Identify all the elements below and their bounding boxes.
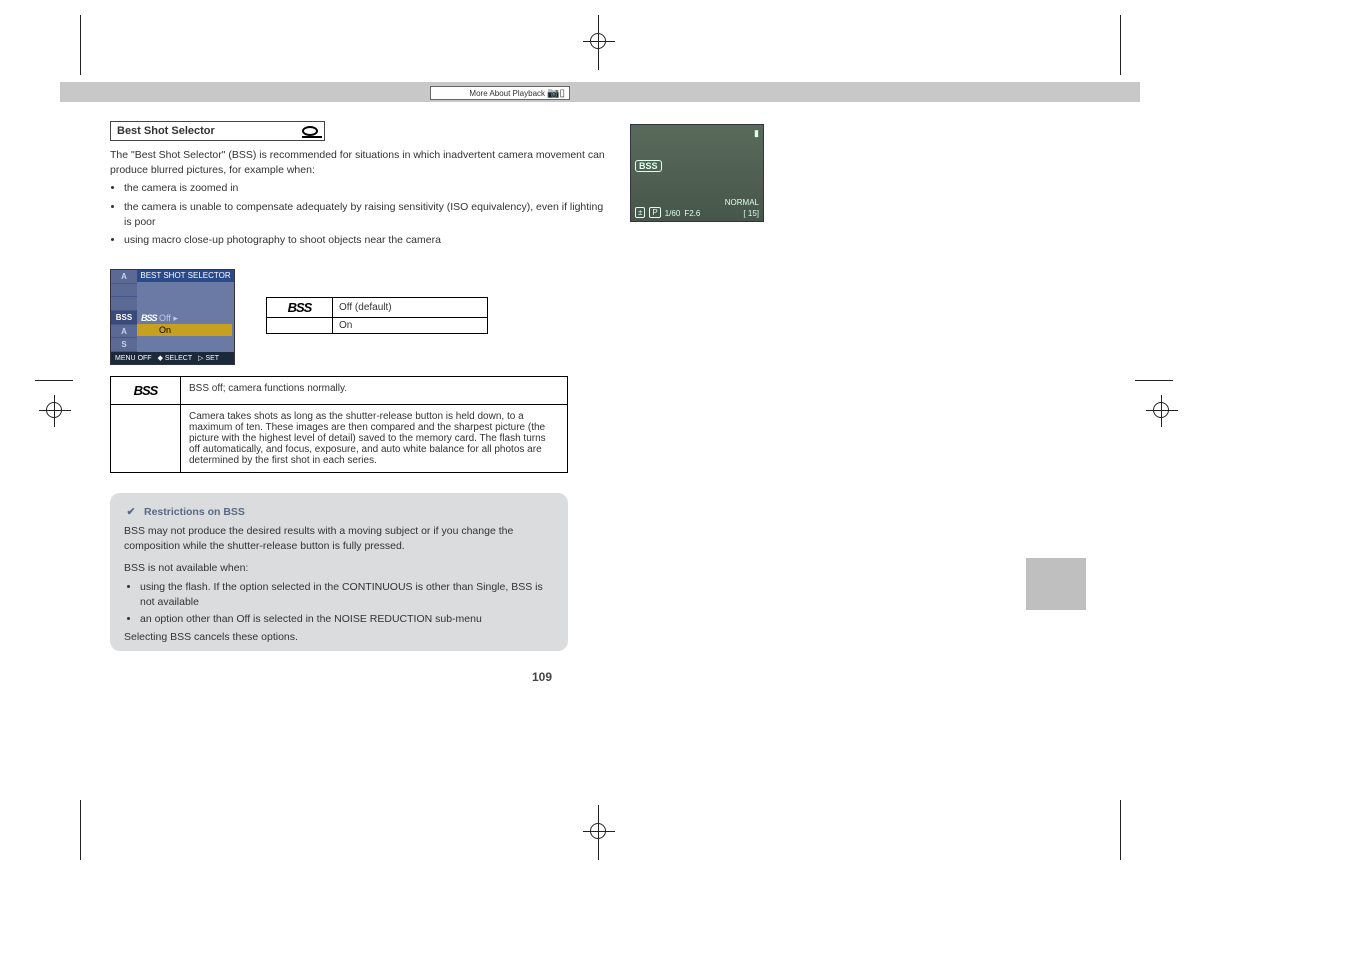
lcd-quality: NORMAL <box>725 198 759 207</box>
menu-left-cell: A <box>111 270 137 284</box>
camera-icon: 📷▯ <box>547 88 565 99</box>
desc-icon-cell: BSS <box>111 377 181 405</box>
menu-left-cell: A <box>111 325 137 339</box>
intro-bullet: the camera is zoomed in <box>124 181 610 196</box>
bss-icon: BSS <box>141 313 157 323</box>
option-icon-cell: BSS <box>267 298 333 318</box>
battery-icon: ▮ <box>754 128 759 139</box>
menu-left-col: A BSS A S <box>111 270 137 352</box>
caution-box: ✔ Restrictions on BSS BSS may not produc… <box>110 493 568 651</box>
table-row: On <box>267 318 488 334</box>
lcd-exp-icon: ± <box>635 207 645 218</box>
register-circle-icon <box>46 402 62 418</box>
menu-option: BSS Off ▸ <box>137 312 232 324</box>
register-circle-icon <box>590 33 606 49</box>
table-row: Camera takes shots as long as the shutte… <box>111 405 568 473</box>
thumb-tab <box>1026 558 1086 610</box>
options-table: BSS Off (default) On <box>266 297 488 334</box>
crop-mark <box>35 380 73 381</box>
menu-footer-item: ◆ SELECT <box>158 354 193 362</box>
menu-left-cell: S <box>111 338 137 352</box>
menu-footer-item: ▷ SET <box>198 354 219 362</box>
register-circle-icon <box>590 823 606 839</box>
page-number: 109 <box>532 670 552 684</box>
register-circle-icon <box>1153 402 1169 418</box>
menu-footer: MENU OFF ◆ SELECT ▷ SET <box>111 352 234 364</box>
description-table: BSS BSS off; camera functions normally. … <box>110 376 568 473</box>
lcd-bottom-row: ± P 1/60 F2.6 <box>635 207 759 218</box>
crop-mark <box>1120 15 1121 75</box>
crop-mark <box>1120 800 1121 860</box>
bss-icon: BSS <box>134 383 158 398</box>
menu-option-selected: On <box>137 324 232 336</box>
bss-badge: BSS <box>635 160 662 172</box>
lcd-shutter: 1/60 <box>665 209 681 218</box>
camera-lcd-preview: ▮ BSS NORMAL [ 15] ± P 1/60 F2.6 <box>630 124 764 222</box>
page-banner <box>60 82 1140 102</box>
warning-icon: ✔ <box>124 506 138 520</box>
option-label: Off (default) <box>333 298 488 318</box>
caution-bullet: using the flash. If the option selected … <box>140 580 554 610</box>
menu-title: BEST SHOT SELECTOR <box>137 270 234 282</box>
section-title: Best Shot Selector <box>117 125 215 137</box>
caution-bullet: an option other than Off is selected in … <box>140 612 554 627</box>
option-icon-cell <box>267 318 333 334</box>
menu-left-cell <box>111 297 137 311</box>
bss-icon: BSS <box>288 300 312 315</box>
intro-bullet: using macro close-up photography to shoo… <box>124 233 610 248</box>
menu-footer-item: MENU OFF <box>115 355 152 362</box>
table-row: BSS BSS off; camera functions normally. <box>111 377 568 405</box>
crop-mark <box>80 15 81 75</box>
desc-text: BSS off; camera functions normally. <box>181 377 568 405</box>
caution-title-row: ✔ Restrictions on BSS <box>124 505 554 520</box>
menu-left-cell: BSS <box>111 311 137 325</box>
caution-para: BSS may not produce the desired results … <box>124 524 554 554</box>
option-label: On <box>333 318 488 334</box>
crop-mark <box>80 800 81 860</box>
crop-mark <box>1135 380 1173 381</box>
menu-options: BSS Off ▸ On <box>137 284 232 336</box>
table-row: BSS Off (default) <box>267 298 488 318</box>
desc-icon-cell <box>111 405 181 473</box>
lcd-aperture: F2.6 <box>684 209 700 218</box>
lcd-mode: P <box>649 207 660 218</box>
menu-left-cell <box>111 284 137 298</box>
caution-title: Restrictions on BSS <box>144 505 245 520</box>
breadcrumb-label: More About Playback <box>469 89 545 98</box>
section-heading: Best Shot Selector <box>110 121 325 141</box>
breadcrumb: More About Playback 📷▯ <box>430 86 570 100</box>
caution-para: BSS is not available when: <box>124 561 554 576</box>
intro-bullet: the camera is unable to compensate adequ… <box>124 200 610 229</box>
disc-icon <box>302 126 318 136</box>
intro-lead: The "Best Shot Selector" (BSS) is recomm… <box>110 148 610 177</box>
caution-para: Selecting BSS cancels these options. <box>124 630 554 645</box>
menu-screenshot: BEST SHOT SELECTOR 1 2 A BSS A S BSS Off… <box>110 269 235 365</box>
intro-text: The "Best Shot Selector" (BSS) is recomm… <box>110 148 610 252</box>
desc-text: Camera takes shots as long as the shutte… <box>181 405 568 473</box>
